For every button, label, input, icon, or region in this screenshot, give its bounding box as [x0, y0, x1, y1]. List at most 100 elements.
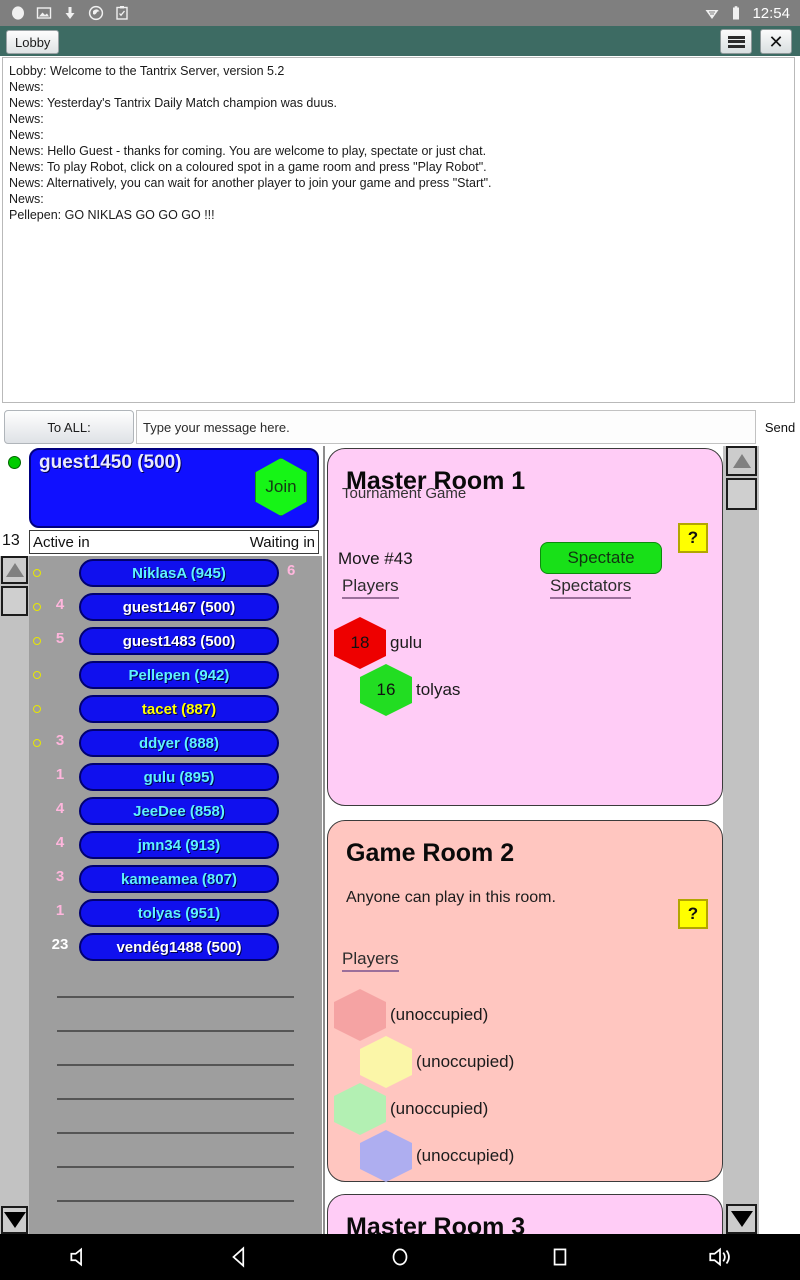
app-root: 12:54 Lobby ✕ Lobby: Welcome to the Tant… [0, 0, 800, 1280]
chat-lines-container: Lobby: Welcome to the Tantrix Server, ve… [9, 63, 788, 223]
player-rows-container: NiklasA (945) 6 4 guest1467 (500) 5 guest1483… [29, 556, 322, 1234]
player-name-pill[interactable]: ddyer (888) [79, 729, 279, 757]
hamburger-icon [727, 34, 745, 49]
player-room-count: 1 [55, 902, 65, 919]
room-seat[interactable]: (unoccupied) [334, 989, 488, 1041]
recents-icon[interactable] [547, 1244, 573, 1270]
player-list-scrollbar[interactable] [0, 556, 29, 1234]
tab-lobby[interactable]: Lobby [6, 30, 60, 54]
presence-ring-icon [33, 637, 41, 645]
player-waiting-count: 6 [287, 562, 296, 579]
player-row[interactable]: 3 ddyer (888) [29, 726, 322, 760]
player-name-pill[interactable]: jmn34 (913) [79, 831, 279, 859]
rooms-list[interactable]: Master Room 1 Tournament Game Move #43? Spe… [327, 446, 723, 1234]
back-icon[interactable] [227, 1244, 253, 1270]
player-room-count: 5 [55, 630, 65, 647]
seat-label: (unoccupied) [390, 1099, 489, 1118]
player-row[interactable]: NiklasA (945) 6 [29, 556, 322, 590]
close-button[interactable]: ✕ [760, 29, 792, 54]
players-link[interactable]: Players [342, 576, 399, 599]
rooms-scrollbar[interactable] [723, 446, 759, 1234]
player-name-pill[interactable]: tolyas (951) [79, 899, 279, 927]
player-name-pill[interactable]: tacet (887) [79, 695, 279, 723]
rooms-scroll-up-button[interactable] [726, 446, 757, 476]
player-name-pill[interactable]: gulu (895) [79, 763, 279, 791]
rooms-scroll-down-button[interactable] [726, 1204, 757, 1234]
player-name-pill[interactable]: NiklasA (945) [79, 559, 279, 587]
room-card[interactable]: Game Room 2 Anyone can play in this room.… [327, 820, 723, 1182]
empty-list-row [29, 1066, 322, 1100]
seat-hexagon-icon[interactable] [360, 1036, 412, 1088]
player-row[interactable]: 4 JeeDee (858) [29, 794, 322, 828]
empty-list-row [29, 964, 322, 998]
room-card[interactable]: Master Room 1 Tournament Game Move #43? Spe… [327, 448, 723, 806]
spectators-link[interactable]: Spectators [550, 576, 632, 599]
join-button[interactable]: Join [255, 458, 307, 516]
player-room-count: 3 [55, 868, 65, 885]
seat-hexagon-icon[interactable] [360, 1130, 412, 1182]
scroll-down-button[interactable] [1, 1206, 28, 1234]
players-panel: guest1450 (500) Join 13 Active in Waitin… [0, 446, 322, 1234]
recipient-selector[interactable]: To ALL: [4, 410, 134, 444]
player-row[interactable]: 4 jmn34 (913) [29, 828, 322, 862]
battery-icon [733, 6, 740, 20]
player-row[interactable]: Pellepen (942) [29, 658, 322, 692]
room-seat[interactable]: (unoccupied) [334, 1083, 488, 1135]
help-button[interactable]: ? [678, 523, 708, 553]
my-player-card[interactable]: guest1450 (500) Join [29, 448, 319, 528]
chat-line: News: [9, 112, 44, 126]
triangle-down-icon [3, 1212, 26, 1228]
seat-hexagon-icon[interactable]: 16 [360, 664, 412, 716]
presence-ring-icon [33, 705, 41, 713]
triangle-down-icon [730, 1211, 753, 1227]
seat-hexagon-icon[interactable] [334, 1083, 386, 1135]
players-link[interactable]: Players [342, 949, 399, 972]
wifi-icon [705, 10, 719, 19]
send-button[interactable]: Send [760, 410, 800, 444]
volume-up-icon[interactable] [707, 1244, 733, 1270]
scrollbar-thumb[interactable] [1, 586, 28, 616]
player-name-pill[interactable]: kameamea (807) [79, 865, 279, 893]
room-seat[interactable]: (unoccupied) [360, 1036, 514, 1088]
room-seat[interactable]: (unoccupied) [360, 1130, 514, 1182]
player-count-badge: 13 [2, 532, 20, 549]
room-seat[interactable]: 18 gulu [334, 617, 422, 669]
spectate-button[interactable]: Spectate [540, 542, 662, 574]
player-room-count: 23 [51, 936, 69, 953]
presence-ring-icon [33, 569, 41, 577]
right-margin [759, 446, 800, 1234]
home-icon[interactable] [387, 1244, 413, 1270]
message-input[interactable] [136, 410, 756, 444]
player-row[interactable]: 3 kameamea (807) [29, 862, 322, 896]
player-row[interactable]: 4 guest1467 (500) [29, 590, 322, 624]
player-row[interactable]: tacet (887) [29, 692, 322, 726]
tab-waiting-in[interactable]: Waiting in [250, 534, 315, 551]
player-name-pill[interactable]: Pellepen (942) [79, 661, 279, 689]
player-list-scroll-area[interactable]: NiklasA (945) 6 4 guest1467 (500) 5 guest1483… [0, 556, 322, 1234]
seat-label: tolyas [416, 680, 461, 699]
volume-down-icon[interactable] [67, 1244, 93, 1270]
player-row[interactable]: 1 gulu (895) [29, 760, 322, 794]
player-row[interactable]: 23 vendég1488 (500) [29, 930, 322, 964]
empty-list-row [29, 1168, 322, 1202]
room-card[interactable]: Master Room 3 [327, 1194, 723, 1234]
tab-active-in[interactable]: Active in [33, 534, 90, 551]
player-name-pill[interactable]: JeeDee (858) [79, 797, 279, 825]
chat-line: Lobby: Welcome to the Tantrix Server, ve… [9, 64, 285, 78]
chat-line: News: Yesterday's Tantrix Daily Match ch… [9, 96, 338, 110]
room-seat[interactable]: 16 tolyas [360, 664, 460, 716]
menu-button[interactable] [720, 29, 752, 54]
player-row[interactable]: 5 guest1483 (500) [29, 624, 322, 658]
player-room-count: 4 [55, 596, 65, 613]
seat-hexagon-icon[interactable]: 18 [334, 617, 386, 669]
player-name-pill[interactable]: guest1483 (500) [79, 627, 279, 655]
player-name-pill[interactable]: guest1467 (500) [79, 593, 279, 621]
seat-hexagon-icon[interactable] [334, 989, 386, 1041]
help-button[interactable]: ? [678, 899, 708, 929]
chat-log[interactable]: Lobby: Welcome to the Tantrix Server, ve… [2, 57, 795, 403]
scroll-up-button[interactable] [1, 556, 28, 584]
player-row[interactable]: 1 tolyas (951) [29, 896, 322, 930]
clipboard-icon [116, 6, 128, 20]
player-name-pill[interactable]: vendég1488 (500) [79, 933, 279, 961]
rooms-scrollbar-thumb[interactable] [726, 478, 757, 510]
